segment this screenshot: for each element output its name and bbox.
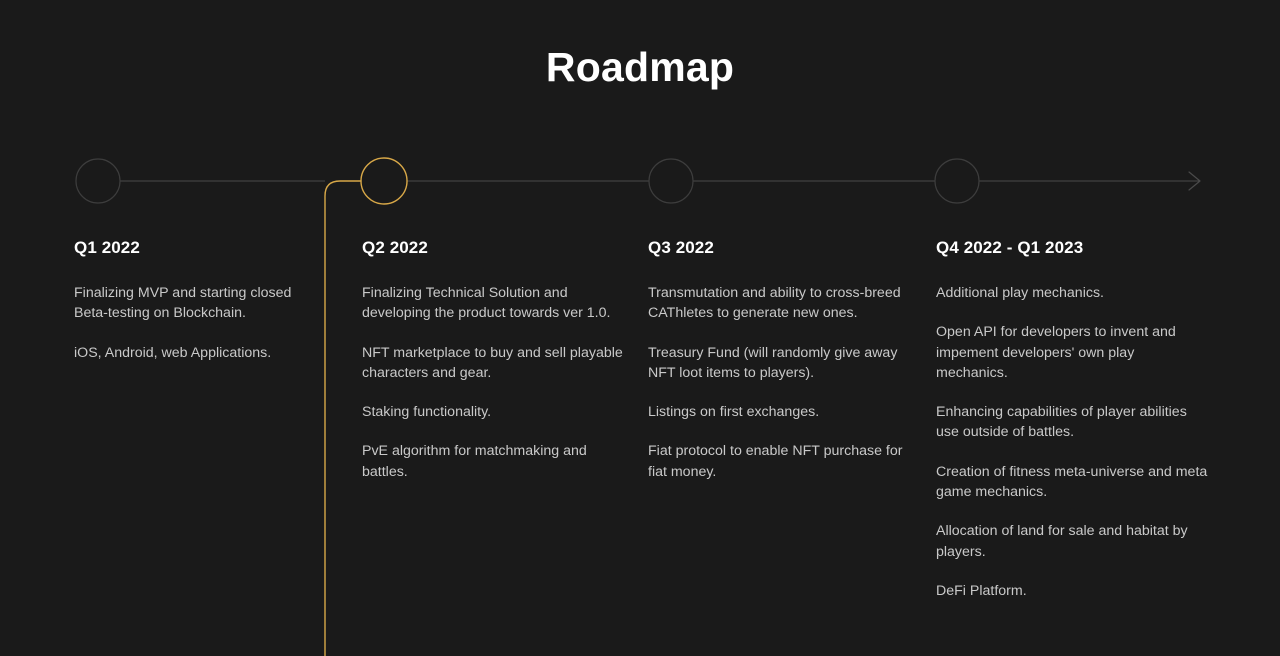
milestone-circle-q2 <box>360 157 408 205</box>
column-item: Open API for developers to invent and im… <box>936 324 1176 381</box>
column-item: Additional play mechanics. <box>936 285 1104 301</box>
column-heading-q4: Q4 2022 - Q1 2023 <box>936 238 1084 257</box>
column-item: Staking functionality. <box>362 404 492 421</box>
roadmap-page: Roadmap Q1 2022 Finalizing MVP and start… <box>0 0 1280 656</box>
column-item: Treasury Fund (will randomly give away N… <box>648 344 898 381</box>
milestone-circle-q4 <box>934 158 980 204</box>
roadmap-column-q1: Q1 2022 Finalizing MVP and starting clos… <box>74 238 324 363</box>
column-item: PvE algorithm for matchmaking and battle… <box>362 443 587 480</box>
roadmap-column-q3: Q3 2022 Transmutation and ability to cro… <box>648 238 920 482</box>
column-item: Enhancing capabilities of player abiliti… <box>936 404 1187 441</box>
column-item: Creation of fitness meta-universe and me… <box>936 463 1208 501</box>
column-item: iOS, Android, web Applications. <box>74 344 272 361</box>
milestone-circle-q1 <box>75 158 121 204</box>
page-title: Roadmap <box>545 44 735 90</box>
column-item: Fiat protocol to enable NFT purchase for… <box>648 443 903 480</box>
column-item: Transmutation and ability to cross-breed… <box>648 285 901 322</box>
column-item: Allocation of land for sale and habitat … <box>936 523 1188 560</box>
timeline-arrowhead <box>1188 171 1201 191</box>
column-item: Finalizing Technical Solution and develo… <box>362 285 611 322</box>
roadmap-columns: Q1 2022 Finalizing MVP and starting clos… <box>0 238 1280 656</box>
column-item: DeFi Platform. <box>936 582 1027 599</box>
column-heading-q2: Q2 2022 <box>362 238 428 257</box>
milestone-circle-q3 <box>648 158 694 204</box>
column-heading-q1: Q1 2022 <box>74 238 140 257</box>
column-heading-q3: Q3 2022 <box>648 238 714 257</box>
roadmap-column-q4: Q4 2022 - Q1 2023 Additional play mechan… <box>936 238 1208 601</box>
column-item: NFT marketplace to buy and sell playable… <box>362 344 623 381</box>
column-item: Finalizing MVP and starting closed Beta-… <box>74 285 292 322</box>
roadmap-column-q2: Q2 2022 Finalizing Technical Solution an… <box>362 238 630 482</box>
column-item: Listings on first exchanges. <box>648 404 820 421</box>
